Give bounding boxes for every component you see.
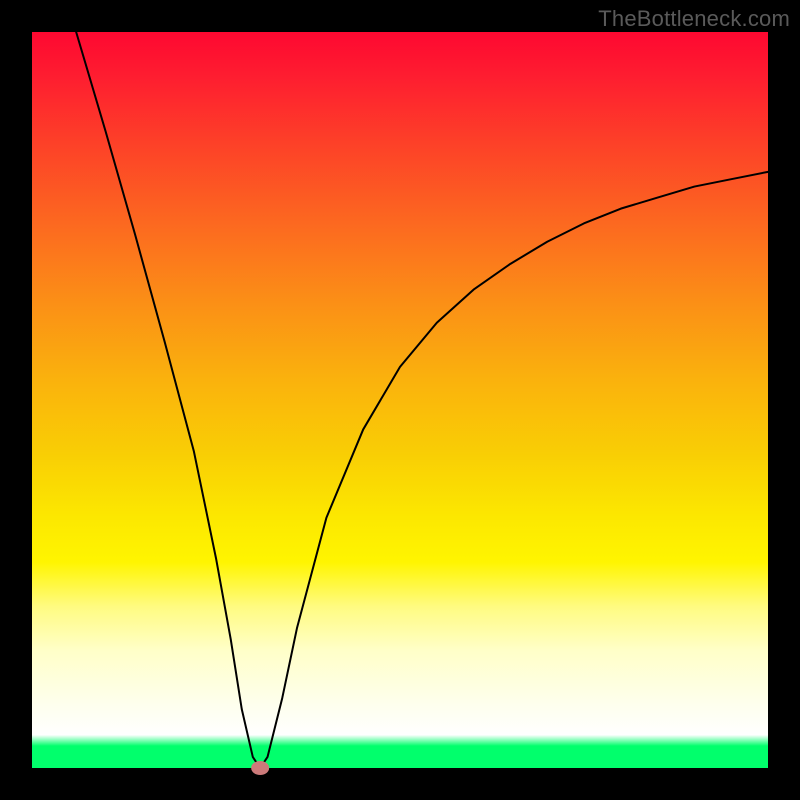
chart-svg — [32, 32, 768, 768]
watermark-text: TheBottleneck.com — [598, 6, 790, 32]
bottleneck-curve — [76, 32, 768, 768]
chart-frame: TheBottleneck.com — [0, 0, 800, 800]
minimum-marker — [251, 761, 269, 775]
plot-area — [32, 32, 768, 768]
